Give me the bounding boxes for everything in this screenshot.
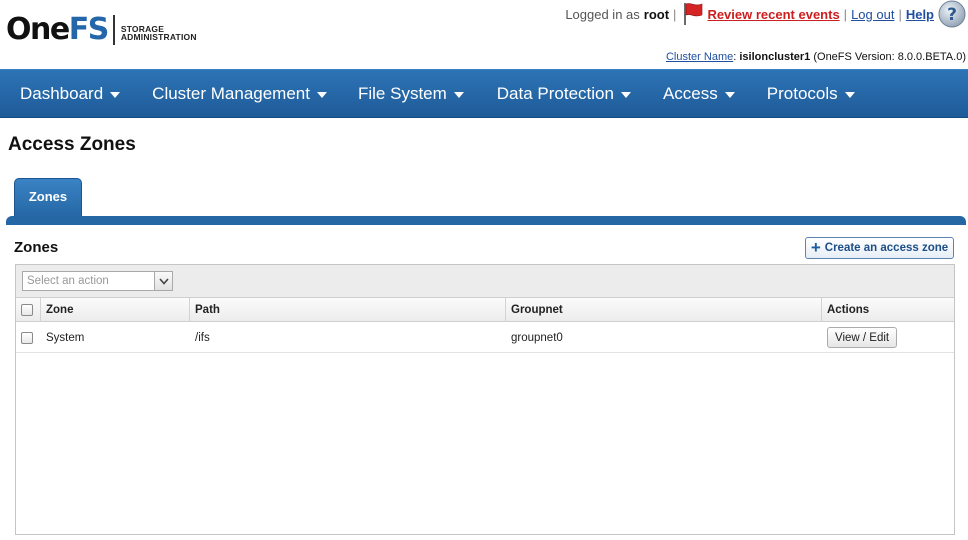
separator: | [898, 6, 902, 22]
table-header: Zone Path Groupnet Actions [16, 298, 954, 322]
cluster-name-link[interactable]: Cluster Name [666, 51, 733, 63]
logged-in-label: Logged in as [565, 6, 640, 22]
create-access-zone-label: Create an access zone [824, 242, 949, 254]
nav-protocols-label: Protocols [766, 83, 838, 103]
logged-in-user: root [643, 6, 670, 22]
cluster-colon: : [733, 51, 737, 63]
table-row: System /ifs groupnet0 View / Edit [16, 322, 954, 353]
select-all-cell [16, 298, 41, 322]
row-select-cell [16, 322, 41, 353]
select-all-checkbox[interactable] [21, 304, 33, 316]
column-header-groupnet[interactable]: Groupnet [506, 298, 822, 322]
onefs-logo: OneFS STORAGE ADMINISTRATION [6, 14, 197, 46]
view-edit-button[interactable]: View / Edit [827, 327, 898, 348]
create-access-zone-button[interactable]: + Create an access zone [805, 237, 954, 259]
table-toolbar: Select an action [16, 265, 954, 298]
column-header-zone[interactable]: Zone [41, 298, 190, 322]
chevron-down-icon [154, 272, 172, 290]
caret-down-icon [453, 91, 464, 98]
logo-fs: FS [68, 12, 110, 47]
user-bar: Logged in as root | Review recent events… [565, 0, 966, 28]
column-header-actions: Actions [827, 304, 870, 316]
help-icon[interactable]: ? [938, 0, 966, 28]
tab-zones[interactable]: Zones [14, 178, 82, 218]
cell-zone: System [46, 331, 85, 344]
help-link[interactable]: Help [906, 7, 934, 22]
cell-path: /ifs [195, 331, 210, 344]
nav-file-system[interactable]: File System [358, 84, 464, 104]
select-action-dropdown[interactable]: Select an action [22, 271, 173, 291]
nav-data-protection[interactable]: Data Protection [497, 84, 631, 104]
caret-down-icon [316, 91, 327, 98]
caret-down-icon [110, 91, 121, 98]
nav-data-protection-label: Data Protection [496, 83, 614, 103]
zones-table-panel: Select an action Zone Path Groupnet Acti… [15, 264, 955, 535]
cluster-version: (OneFS Version: 8.0.0.BETA.0) [813, 51, 966, 63]
nav-cluster-management-label: Cluster Management [152, 83, 310, 103]
nav-access[interactable]: Access [663, 84, 735, 104]
caret-down-icon [620, 91, 631, 98]
main-nav: Dashboard Cluster Management File System… [0, 69, 968, 118]
logo-divider [112, 15, 115, 45]
cell-groupnet: groupnet0 [511, 331, 563, 344]
nav-dashboard-label: Dashboard [20, 83, 104, 103]
separator: | [673, 6, 677, 22]
svg-text:?: ? [947, 5, 957, 25]
nav-file-system-label: File System [357, 83, 447, 103]
nav-access-label: Access [662, 83, 718, 103]
separator: | [843, 6, 848, 22]
cell-actions: View / Edit [822, 322, 954, 353]
select-action-placeholder: Select an action [27, 275, 109, 287]
page-title: Access Zones [8, 134, 136, 155]
logo-subtitle: STORAGE ADMINISTRATION [120, 24, 197, 42]
cluster-name: isiloncluster1 [739, 51, 811, 63]
nav-protocols[interactable]: Protocols [767, 84, 855, 104]
logo-wordmark: OneFS [6, 12, 110, 47]
caret-down-icon [724, 91, 735, 98]
column-header-path[interactable]: Path [190, 298, 506, 322]
logo-subtitle-line2: ADMINISTRATION [120, 32, 197, 42]
nav-cluster-management[interactable]: Cluster Management [152, 84, 327, 104]
flag-icon[interactable] [682, 2, 704, 26]
row-checkbox[interactable] [21, 331, 33, 344]
logo-one: One [6, 12, 70, 47]
plus-icon: + [810, 237, 821, 257]
nav-dashboard[interactable]: Dashboard [20, 83, 121, 104]
logout-link[interactable]: Log out [851, 7, 894, 22]
caret-down-icon [844, 91, 855, 98]
cluster-info: Cluster Name: isiloncluster1 (OneFS Vers… [666, 51, 966, 63]
review-events-link[interactable]: Review recent events [707, 7, 839, 22]
tab-strip [6, 216, 966, 225]
section-title: Zones [14, 239, 59, 256]
